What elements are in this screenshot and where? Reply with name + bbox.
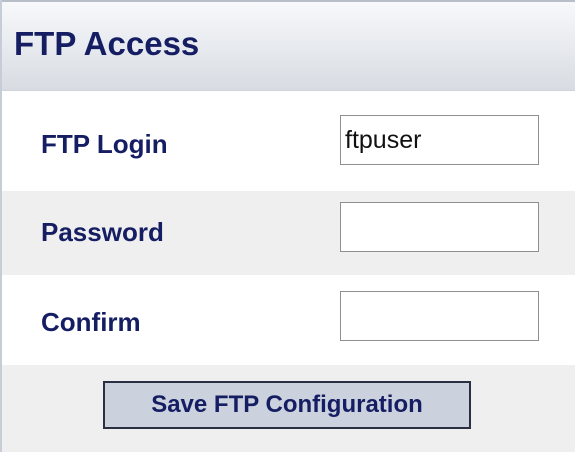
confirm-password-input[interactable] [340, 291, 539, 341]
actions-row: Save FTP Configuration [2, 365, 575, 452]
password-input[interactable] [340, 202, 539, 252]
panel-title: FTP Access [14, 25, 200, 62]
panel-header: FTP Access [2, 0, 575, 91]
confirm-row: Confirm [2, 275, 575, 365]
ftp-login-input[interactable] [340, 115, 539, 165]
save-ftp-configuration-button[interactable]: Save FTP Configuration [103, 381, 471, 429]
password-row: Password [2, 191, 575, 275]
ftp-login-row: FTP Login [2, 91, 575, 191]
password-label: Password [41, 217, 164, 247]
ftp-login-label: FTP Login [41, 129, 168, 159]
ftp-access-panel: FTP Access FTP Login Password Confirm Sa… [0, 0, 575, 452]
confirm-label: Confirm [41, 307, 141, 337]
